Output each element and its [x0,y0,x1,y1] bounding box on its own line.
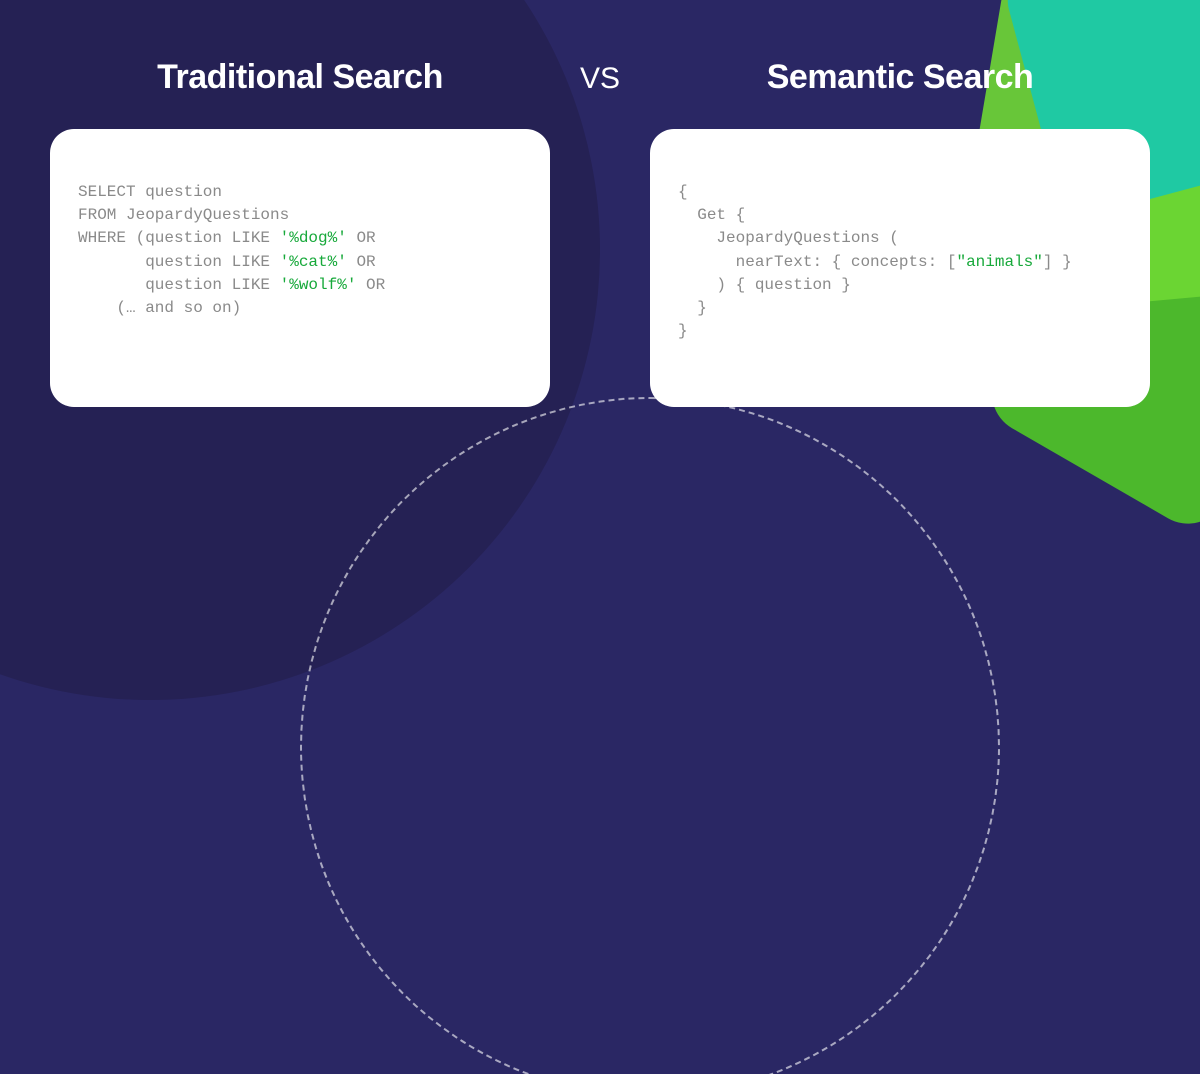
code-highlight: "animals" [956,253,1042,271]
code-line: question LIKE [78,253,280,271]
semantic-search-title: Semantic Search [767,58,1034,97]
traditional-search-panel: SELECT question FROM JeopardyQuestions W… [50,129,550,407]
code-line: nearText: { concepts: [ [678,253,956,271]
vs-label: VS [580,62,620,96]
traditional-search-title: Traditional Search [157,58,443,97]
code-line: OR [356,276,385,294]
comparison-container: Traditional Search SELECT question FROM … [0,0,1200,407]
code-line: } [678,299,707,317]
graphql-code-block: { Get { JeopardyQuestions ( nearText: { … [678,181,1122,343]
code-line: question LIKE [78,276,280,294]
code-line: } [678,322,688,340]
sql-code-block: SELECT question FROM JeopardyQuestions W… [78,181,522,320]
code-line: (… and so on) [78,299,241,317]
code-line: OR [347,229,376,247]
code-line: JeopardyQuestions ( [678,229,899,247]
dashed-arc [300,397,1000,1074]
code-line: FROM JeopardyQuestions [78,206,289,224]
code-line: SELECT question [78,183,222,201]
code-line: Get { [678,206,745,224]
code-line: ) { question } [678,276,851,294]
code-line: WHERE (question LIKE [78,229,280,247]
semantic-search-panel: { Get { JeopardyQuestions ( nearText: { … [650,129,1150,407]
code-highlight: '%dog%' [280,229,347,247]
code-line: OR [347,253,376,271]
code-highlight: '%wolf%' [280,276,357,294]
semantic-search-column: Semantic Search { Get { JeopardyQuestion… [650,58,1150,407]
traditional-search-column: Traditional Search SELECT question FROM … [50,58,550,407]
code-highlight: '%cat%' [280,253,347,271]
code-line: { [678,183,688,201]
code-line: ] } [1043,253,1072,271]
